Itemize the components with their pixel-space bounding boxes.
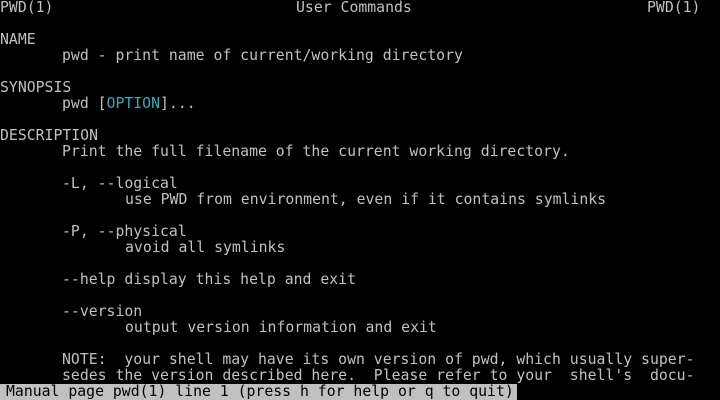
header-left: PWD(1) bbox=[0, 0, 54, 16]
section-name-heading: NAME bbox=[0, 31, 36, 48]
option-version-desc: output version information and exit bbox=[125, 319, 437, 336]
header-right: PWD(1) bbox=[647, 0, 701, 16]
option-help-line: --help display this help and exit bbox=[62, 271, 356, 288]
header-title: User Commands bbox=[296, 0, 412, 16]
option-version-flag: --version bbox=[62, 303, 143, 320]
option-logical-desc: use PWD from environment, even if it con… bbox=[125, 191, 607, 208]
option-logical-flag: -L, --logical bbox=[62, 175, 178, 192]
synopsis-tail: ]... bbox=[160, 95, 196, 112]
option-physical-desc: avoid all symlinks bbox=[125, 239, 286, 256]
synopsis-line: pwd [OPTION]... bbox=[62, 96, 196, 112]
section-description-heading: DESCRIPTION bbox=[0, 127, 98, 144]
option-physical-flag: -P, --physical bbox=[62, 223, 187, 240]
terminal-window[interactable]: PWD(1) User Commands PWD(1) NAME pwd - p… bbox=[0, 0, 720, 400]
note-line-2: sedes the version described here. Please… bbox=[62, 367, 695, 384]
synopsis-option: OPTION bbox=[106, 95, 160, 112]
name-description: pwd - print name of current/working dire… bbox=[62, 47, 463, 64]
note-line-1: NOTE: your shell may have its own versio… bbox=[62, 351, 695, 368]
section-synopsis-heading: SYNOPSIS bbox=[0, 79, 72, 96]
description-text: Print the full filename of the current w… bbox=[62, 143, 570, 160]
pager-status-bar: Manual page pwd(1) line 1 (press h for h… bbox=[0, 384, 517, 400]
synopsis-command: pwd [ bbox=[62, 95, 107, 112]
